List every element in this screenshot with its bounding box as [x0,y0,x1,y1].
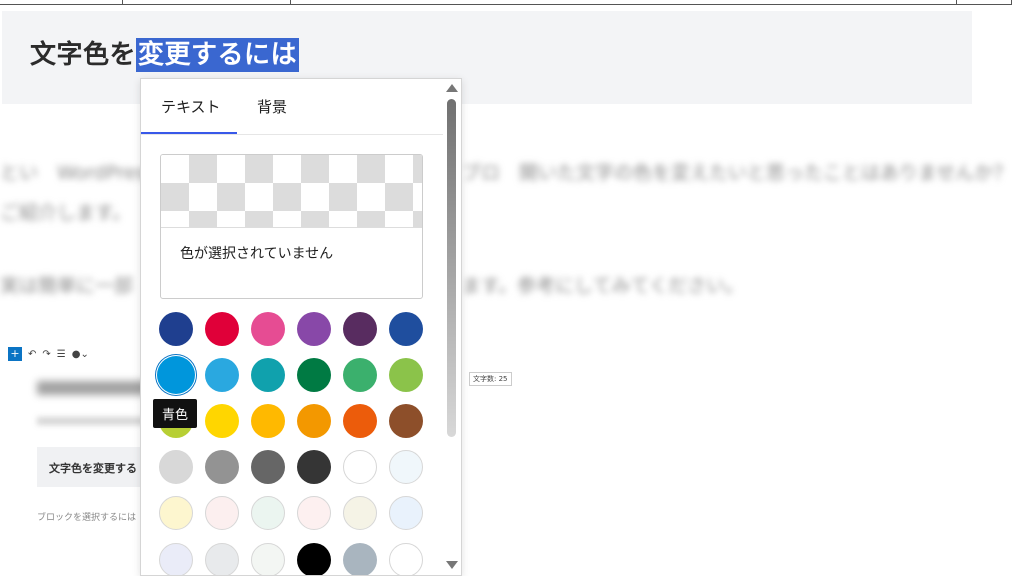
color-swatch[interactable] [343,496,377,530]
color-swatch[interactable] [297,450,331,484]
heading-selected-text[interactable]: 変更するには [136,38,300,72]
color-preview: 色が選択されていません [160,154,423,299]
active-tab-indicator [141,132,237,134]
color-swatch[interactable] [159,496,193,530]
color-tooltip: 青色 [153,399,198,428]
color-swatch[interactable] [389,496,423,530]
color-swatch[interactable] [159,450,193,484]
page-heading[interactable]: 文字色を変更するには [30,34,300,72]
color-swatch[interactable] [159,543,193,575]
logo-icon: ●⌄ [71,348,89,360]
editor-toolbar-thumbnail: + ↶ ↷ ☰ ●⌄ [8,346,89,362]
thumbnail-title [37,381,147,395]
list-view-icon: ☰ [56,348,66,360]
heading-unselected-text: 文字色を [30,40,137,70]
thumbnail-hint: ブロックを選択するには [37,513,137,523]
color-swatch[interactable] [251,496,285,530]
color-swatch[interactable] [159,312,193,346]
scroll-up-arrow-icon[interactable] [446,84,458,92]
word-count-badge: 文字数: 25 [469,372,512,386]
redo-icon: ↷ [42,348,51,360]
color-swatch[interactable] [343,312,377,346]
color-swatch[interactable] [157,356,195,394]
paragraph-text: ブロ 開いた文字の色を変えたいと思ったことはありませんか？ [462,162,1013,184]
color-swatch[interactable] [343,450,377,484]
color-swatch[interactable] [297,496,331,530]
color-swatch[interactable] [205,358,239,392]
color-swatch[interactable] [389,450,423,484]
color-swatch[interactable] [205,450,239,484]
color-swatch[interactable] [205,496,239,530]
paragraph-text: 実は簡単に一部 [0,275,134,297]
color-swatch[interactable] [343,543,377,575]
preview-divider [161,227,422,228]
thumbnail-subtitle [37,417,147,425]
color-swatch[interactable] [205,543,239,575]
color-swatch[interactable] [205,404,239,438]
color-swatch[interactable] [251,358,285,392]
no-color-label: 色が選択されていません [180,246,334,262]
color-swatch[interactable] [343,358,377,392]
color-swatch[interactable] [389,543,423,575]
table-column-divider [290,0,291,4]
color-swatch[interactable] [297,312,331,346]
table-column-divider [122,0,123,4]
color-swatch[interactable] [389,312,423,346]
color-swatch[interactable] [389,404,423,438]
scroll-down-arrow-icon[interactable] [446,561,458,569]
color-swatch[interactable] [343,404,377,438]
color-swatch[interactable] [297,358,331,392]
color-swatch[interactable] [297,404,331,438]
table-bottom-border [0,0,1012,5]
color-picker-popover: テキスト 背景 色が選択されていません 青色 [140,78,462,576]
thumbnail-heading-text: 文字色を変更する [49,462,137,475]
color-swatch[interactable] [251,450,285,484]
undo-icon: ↶ [28,348,37,360]
color-swatch[interactable] [251,404,285,438]
scrollbar-thumb[interactable] [447,99,456,437]
table-column-divider [1011,0,1012,4]
paragraph-text: ご紹介します。 [0,202,132,224]
transparent-checkerboard [161,155,422,227]
tabs-divider [141,134,443,135]
color-swatch[interactable] [251,543,285,575]
tab-background[interactable]: 背景 [257,79,287,133]
paragraph-text: ます。参考にしてみてください。 [462,275,744,297]
table-column-divider [956,0,957,4]
tab-text[interactable]: テキスト [161,79,221,133]
color-swatch[interactable] [251,312,285,346]
color-swatch[interactable] [205,312,239,346]
color-swatch[interactable] [389,358,423,392]
color-swatch[interactable] [297,543,331,575]
add-block-icon: + [8,347,22,361]
